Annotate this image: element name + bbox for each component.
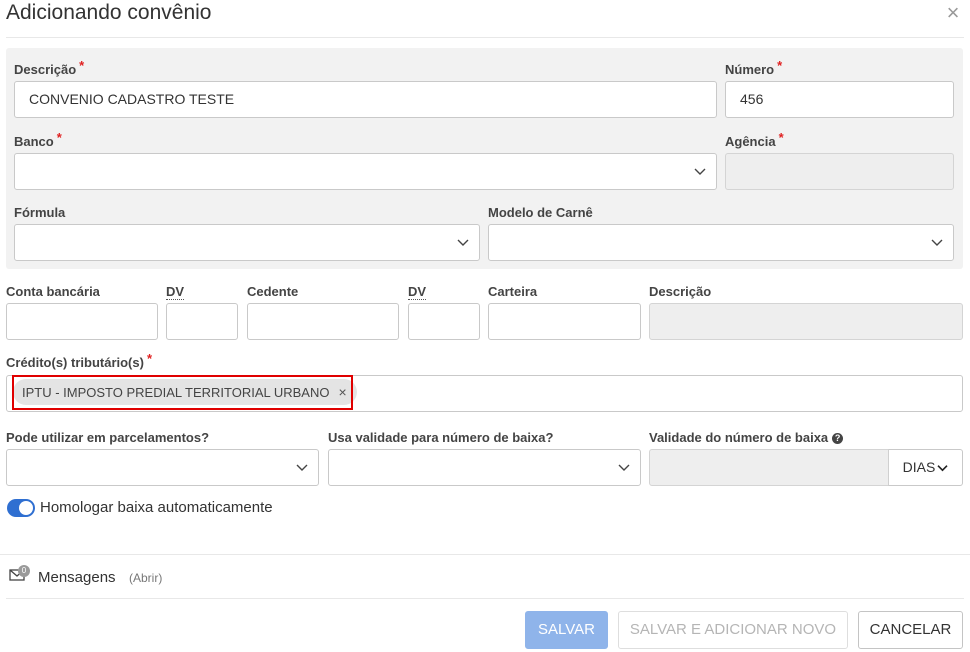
toggle-knob xyxy=(19,501,33,515)
validade-baixa-select[interactable] xyxy=(328,449,641,486)
validade-numero-input xyxy=(649,449,889,486)
dialog-title: Adicionando convênio xyxy=(6,1,212,24)
dv1-input[interactable] xyxy=(166,303,238,340)
question-circle-icon[interactable]: ? xyxy=(832,433,844,444)
dv1-label: DV xyxy=(166,284,185,300)
carteira-input[interactable] xyxy=(488,303,641,340)
cedente-input[interactable] xyxy=(247,303,399,340)
creditos-label: Crédito(s) tributário(s) * xyxy=(6,351,153,370)
descricao-input[interactable]: CONVENIO CADASTRO TESTE xyxy=(14,81,717,118)
messages-count-badge: 0 xyxy=(18,565,30,577)
chevron-down-icon xyxy=(618,464,630,471)
save-button[interactable]: SALVAR xyxy=(525,611,608,649)
dv2-input[interactable] xyxy=(408,303,480,340)
unit-dropdown[interactable]: DIAS xyxy=(888,449,963,486)
chevron-down-icon xyxy=(694,168,706,175)
cancel-button[interactable]: CANCELAR xyxy=(858,611,963,649)
parcelamentos-label: Pode utilizar em parcelamentos? xyxy=(6,430,210,445)
descricao-label: Descrição * xyxy=(14,58,85,77)
validade-baixa-label: Usa validade para número de baixa? xyxy=(328,430,554,445)
chevron-down-icon xyxy=(296,464,308,471)
validade-numero-label: Validade do número de baixa? xyxy=(649,430,844,445)
modelo-carne-label: Modelo de Carnê xyxy=(488,205,593,220)
carteira-label: Carteira xyxy=(488,284,538,299)
unit-value: DIAS xyxy=(902,459,936,475)
homologar-label: Homologar baixa automaticamente xyxy=(40,499,273,516)
chevron-down-icon xyxy=(931,239,943,246)
header-divider xyxy=(6,37,964,38)
chevron-down-icon xyxy=(457,239,469,246)
chevron-down-icon xyxy=(937,465,948,472)
cedente-label: Cedente xyxy=(247,284,299,299)
messages-label[interactable]: Mensagens xyxy=(38,569,116,586)
modelo-carne-select[interactable] xyxy=(488,224,954,261)
banco-label: Banco * xyxy=(14,130,62,149)
formula-label: Fórmula xyxy=(14,205,66,220)
messages-top-divider xyxy=(0,554,970,555)
dv2-label: DV xyxy=(408,284,427,300)
homologar-toggle[interactable] xyxy=(7,499,35,517)
highlight-box xyxy=(12,375,353,410)
banco-select[interactable] xyxy=(14,153,717,190)
close-icon[interactable]: × xyxy=(942,2,964,24)
footer-divider xyxy=(6,598,964,599)
parcelamentos-select[interactable] xyxy=(6,449,319,486)
numero-label: Número * xyxy=(725,58,783,77)
numero-input[interactable]: 456 xyxy=(725,81,954,118)
conta-bancaria-input[interactable] xyxy=(6,303,158,340)
agencia-label: Agência * xyxy=(725,130,784,149)
conta-bancaria-label: Conta bancária xyxy=(6,284,100,299)
agencia-input xyxy=(725,153,954,190)
conta-descricao-input xyxy=(649,303,963,340)
messages-open-link[interactable]: (Abrir) xyxy=(129,571,162,585)
conta-descricao-label: Descrição xyxy=(649,284,712,299)
formula-select[interactable] xyxy=(14,224,480,261)
save-and-new-button[interactable]: SALVAR E ADICIONAR NOVO xyxy=(618,611,848,649)
